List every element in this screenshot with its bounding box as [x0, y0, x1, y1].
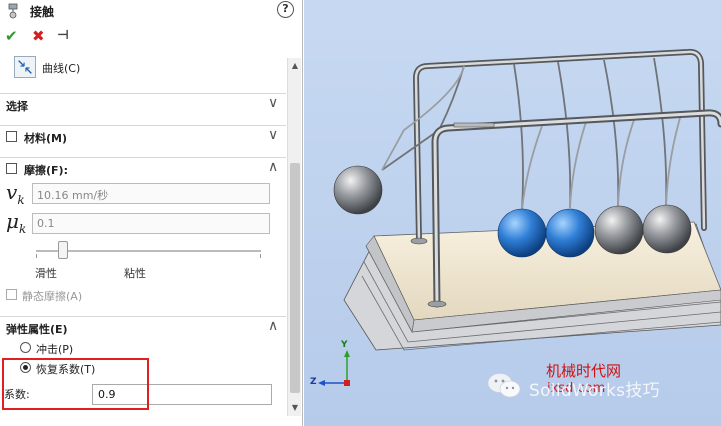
triad-z-label: Z: [310, 377, 317, 387]
slider-label-sticky: 粘性: [124, 267, 146, 280]
highlight-box: [2, 358, 149, 410]
section-material-label: 材料(M): [24, 132, 68, 145]
chevron-down-icon[interactable]: ∨: [268, 95, 278, 111]
ok-button[interactable]: ✔: [5, 26, 18, 46]
curve-label: 曲线(C): [42, 62, 81, 75]
scroll-up-arrow[interactable]: ▲: [288, 60, 302, 72]
slider-tick: [36, 254, 37, 258]
velocity-symbol: vk: [6, 180, 25, 207]
section-friction[interactable]: 摩擦(F): ∧: [0, 157, 286, 179]
pm-header: 接触 ?: [0, 0, 302, 22]
slider-tick: [260, 254, 261, 258]
section-friction-label: 摩擦(F):: [24, 164, 68, 177]
friction-slider-thumb[interactable]: [58, 241, 68, 259]
section-material[interactable]: 材料(M) ∨: [0, 125, 286, 147]
watermark-solidworks: SolidWorks技巧: [529, 381, 660, 401]
chevron-up-icon[interactable]: ∧: [268, 318, 278, 334]
static-friction-label: 静态摩擦(A): [22, 290, 83, 303]
section-elastic[interactable]: 弹性属性(E) ∧: [0, 316, 286, 338]
triad-y-label: Y: [341, 340, 348, 350]
scrollbar[interactable]: ▲ ▼: [287, 58, 301, 416]
section-select[interactable]: 选择 ∨: [0, 93, 286, 115]
slider-label-slippery: 滑性: [35, 267, 57, 280]
pin-button[interactable]: ⊣: [57, 26, 69, 46]
contact-feature-icon: [8, 3, 18, 19]
static-friction-checkbox[interactable]: [6, 289, 17, 300]
friction-slider-track[interactable]: [36, 250, 261, 252]
friction-coefficient-symbol: μk: [6, 209, 27, 236]
orientation-triad: [318, 350, 350, 386]
scroll-down-arrow[interactable]: ▼: [288, 402, 302, 414]
material-checkbox[interactable]: [6, 131, 17, 142]
chevron-up-icon[interactable]: ∧: [268, 159, 278, 175]
friction-checkbox[interactable]: [6, 163, 17, 174]
help-icon[interactable]: ?: [277, 1, 294, 18]
chevron-down-icon[interactable]: ∨: [268, 127, 278, 143]
page-title: 接触: [30, 5, 55, 19]
curve-selection-icon: [14, 56, 36, 78]
impact-radio[interactable]: [20, 342, 31, 353]
friction-coefficient-field[interactable]: 0.1: [32, 213, 270, 234]
scroll-thumb[interactable]: [290, 163, 300, 393]
cancel-button[interactable]: ✖: [32, 26, 45, 46]
property-manager: 接触 ? ✔ ✖ ⊣ 曲线(C) 选择 ∨ 材料(M) ∨ 摩擦(F): ∧ v…: [0, 0, 303, 426]
velocity-field[interactable]: 10.16 mm/秒: [32, 183, 270, 204]
section-elastic-label: 弹性属性(E): [6, 323, 68, 336]
wechat-icon: [487, 373, 521, 398]
graphics-viewport[interactable]: Y Z 机械时代网 jxsd.com SolidWorks技巧: [304, 0, 721, 426]
section-select-label: 选择: [6, 100, 28, 113]
pm-action-bar: ✔ ✖ ⊣: [0, 26, 302, 46]
impact-label: 冲击(P): [36, 343, 74, 356]
